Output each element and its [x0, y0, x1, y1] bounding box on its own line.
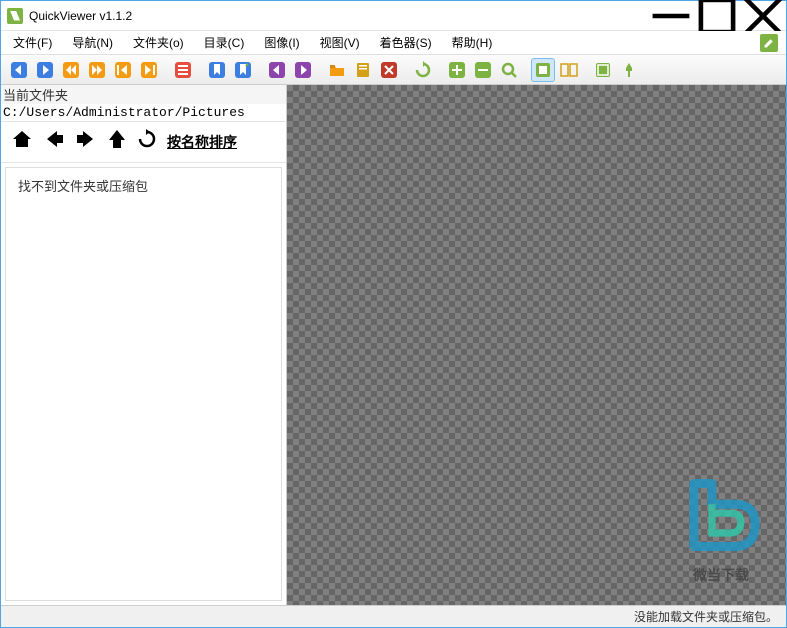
fit-window-button[interactable] [531, 58, 555, 82]
zoom-in-button[interactable] [445, 58, 469, 82]
delete-button[interactable] [377, 58, 401, 82]
menu-folder[interactable]: 文件夹(o) [125, 32, 192, 53]
export-button[interactable] [231, 58, 255, 82]
minimize-button[interactable] [648, 1, 694, 31]
folder-path: C:/Users/Administrator/Pictures [1, 104, 286, 122]
zoom-search-button[interactable] [497, 58, 521, 82]
sort-button[interactable]: 按名称排序 [167, 132, 237, 152]
up-icon[interactable] [107, 128, 127, 156]
fast-back-button[interactable] [59, 58, 83, 82]
file-list: 找不到文件夹或压缩包 [5, 167, 282, 601]
prev-page-button[interactable] [7, 58, 31, 82]
list-button[interactable] [171, 58, 195, 82]
image-viewport[interactable]: 微当下载 [287, 85, 786, 605]
content-area: 当前文件夹 C:/Users/Administrator/Pictures 按名… [1, 85, 786, 605]
prev-image-button[interactable] [265, 58, 289, 82]
menu-nav[interactable]: 导航(N) [64, 32, 121, 53]
watermark-text: 微当下载 [676, 565, 766, 585]
empty-message: 找不到文件夹或压缩包 [18, 176, 269, 195]
pin-button[interactable] [617, 58, 641, 82]
spread-view-button[interactable] [557, 58, 581, 82]
fullscreen-button[interactable] [591, 58, 615, 82]
folder-open-button[interactable] [325, 58, 349, 82]
menu-view[interactable]: 视图(V) [312, 32, 368, 53]
first-page-button[interactable] [111, 58, 135, 82]
statusbar: 没能加载文件夹或压缩包。 [1, 605, 786, 627]
refresh-button[interactable] [411, 58, 435, 82]
watermark: 微当下载 [676, 470, 766, 585]
sidebar: 当前文件夹 C:/Users/Administrator/Pictures 按名… [1, 85, 287, 605]
app-icon [7, 8, 23, 24]
last-page-button[interactable] [137, 58, 161, 82]
bookmark-button[interactable] [205, 58, 229, 82]
next-image-button[interactable] [291, 58, 315, 82]
reload-icon[interactable] [137, 129, 157, 155]
menu-file[interactable]: 文件(F) [5, 32, 60, 53]
toolbar [1, 55, 786, 85]
book-button[interactable] [351, 58, 375, 82]
menu-help[interactable]: 帮助(H) [444, 32, 501, 53]
next-page-button[interactable] [33, 58, 57, 82]
folder-navbar: 按名称排序 [1, 122, 286, 163]
status-message: 没能加载文件夹或压缩包。 [634, 608, 778, 625]
menu-catalog[interactable]: 目录(C) [196, 32, 253, 53]
watermark-logo-icon [676, 470, 766, 560]
fast-forward-button[interactable] [85, 58, 109, 82]
zoom-out-button[interactable] [471, 58, 495, 82]
forward-icon[interactable] [75, 129, 97, 155]
menubar: 文件(F) 导航(N) 文件夹(o) 目录(C) 图像(I) 视图(V) 着色器… [1, 31, 786, 55]
edit-icon[interactable] [760, 34, 778, 52]
maximize-button[interactable] [694, 1, 740, 31]
menu-shader[interactable]: 着色器(S) [372, 32, 440, 53]
close-button[interactable] [740, 1, 786, 31]
home-icon[interactable] [11, 129, 33, 155]
back-icon[interactable] [43, 129, 65, 155]
titlebar: QuickViewer v1.1.2 [1, 1, 786, 31]
current-folder-label: 当前文件夹 [1, 85, 286, 104]
menu-image[interactable]: 图像(I) [256, 32, 307, 53]
window-title: QuickViewer v1.1.2 [29, 9, 132, 23]
